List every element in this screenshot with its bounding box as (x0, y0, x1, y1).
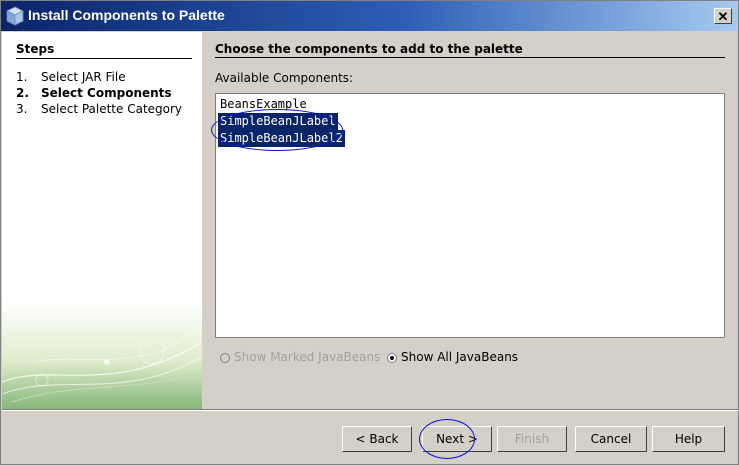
list-item-simple-bean-jlabel[interactable]: SimpleBeanJLabel (218, 113, 338, 130)
steps-panel: Steps 1. Select JAR File 2. Select Compone… (2, 32, 202, 409)
step-label: Select Components (41, 86, 172, 100)
steps-divider (16, 58, 192, 59)
cancel-button[interactable]: Cancel (575, 426, 647, 452)
radio-label: Show All JavaBeans (401, 350, 519, 364)
finish-button[interactable]: Finish (497, 426, 567, 452)
radio-button-circle (220, 352, 230, 363)
step-number: 3. (16, 102, 28, 116)
close-button[interactable]: ✕ (714, 8, 732, 24)
radio-show-marked[interactable]: Show Marked JavaBeans (220, 350, 380, 366)
radio-label: Show Marked JavaBeans (234, 350, 381, 364)
decorative-swirl-art (2, 302, 202, 409)
page-title: Choose the components to add to the pale… (215, 42, 523, 56)
help-button[interactable]: Help (652, 426, 725, 452)
step-label: Select Palette Category (41, 102, 183, 116)
back-button[interactable]: < Back (342, 426, 412, 452)
list-item-simple-bean-jlabel2[interactable]: SimpleBeanJLabel2 (218, 130, 345, 147)
steps-heading: Steps (16, 42, 55, 56)
radio-button-circle (387, 352, 397, 363)
cube-icon (6, 6, 24, 26)
title-bar[interactable]: Install Components to Palette ✕ (1, 1, 738, 31)
step-select-components: 2. Select Components (16, 86, 172, 100)
available-components-label: Available Components: (215, 71, 354, 85)
step-number: 2. (16, 86, 29, 100)
title-divider (215, 57, 725, 58)
step-select-palette-category: 3. Select Palette Category (16, 102, 182, 116)
window-title: Install Components to Palette (28, 7, 225, 23)
install-components-dialog: Install Components to Palette ✕ Steps 1.… (0, 0, 739, 465)
close-icon: ✕ (717, 9, 729, 24)
radio-show-all[interactable]: Show All JavaBeans (387, 350, 518, 366)
step-number: 1. (16, 70, 28, 84)
list-item-beans-example[interactable]: BeansExample (218, 96, 309, 113)
next-button[interactable]: Next > (422, 426, 492, 452)
step-label: Select JAR File (41, 70, 126, 84)
components-list[interactable]: BeansExample SimpleBeanJLabel SimpleBean… (215, 93, 725, 338)
button-bar-divider (2, 409, 739, 411)
step-select-jar: 1. Select JAR File (16, 70, 126, 84)
